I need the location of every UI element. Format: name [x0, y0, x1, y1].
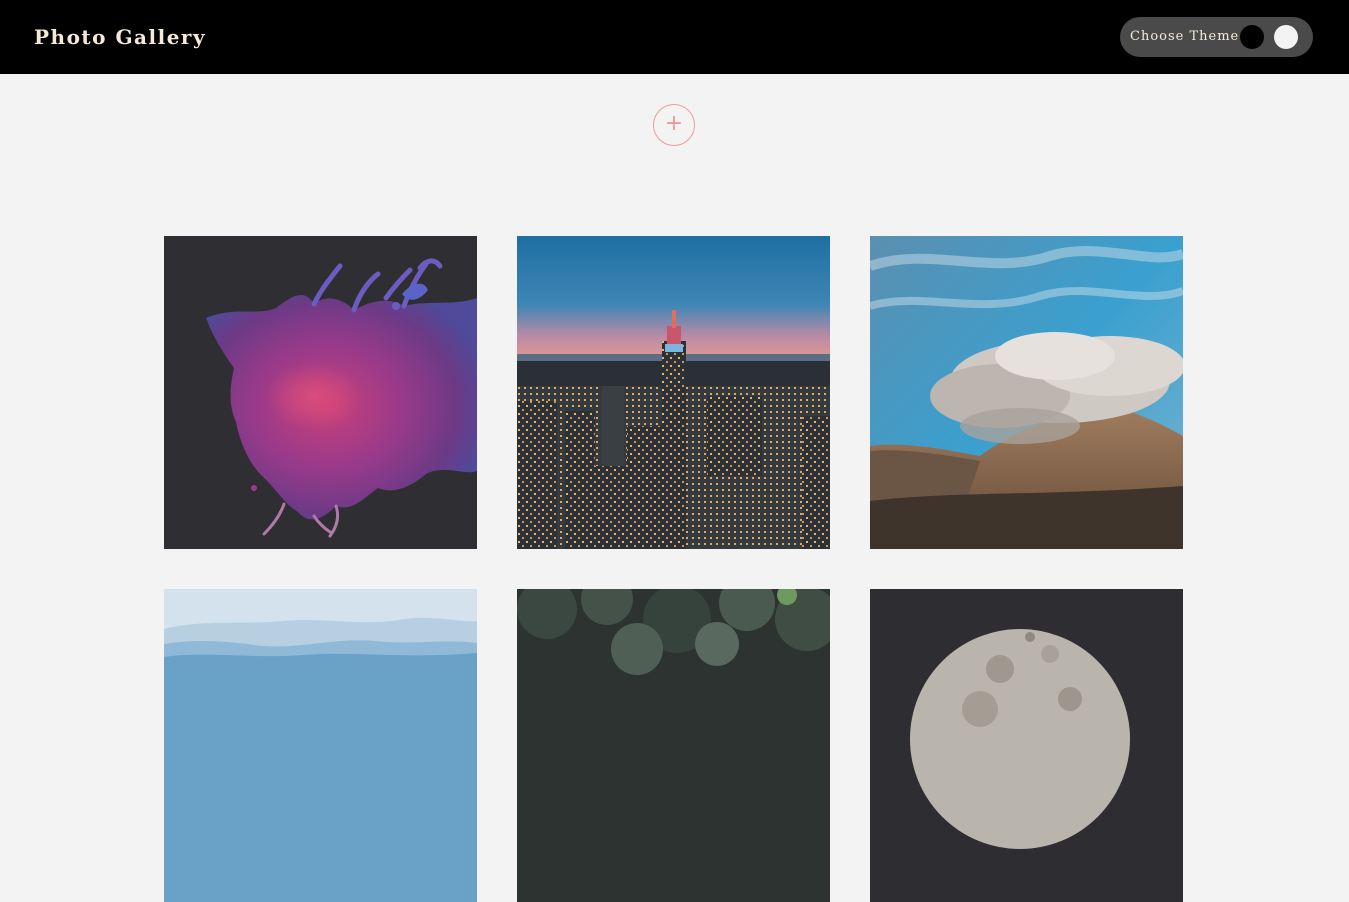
photo-tile[interactable]: [870, 589, 1183, 902]
app-title: Photo Gallery: [34, 25, 207, 49]
forest-image: [517, 589, 830, 902]
moon-image: [870, 589, 1183, 902]
light-theme-swatch[interactable]: [1274, 25, 1298, 49]
photo-tile[interactable]: [164, 236, 477, 549]
theme-picker-label: Choose Theme: [1130, 29, 1240, 44]
paint-splash-image: [164, 236, 477, 549]
mountain-cloud-image: [870, 236, 1183, 549]
photo-tile[interactable]: [164, 589, 477, 902]
dark-theme-swatch[interactable]: [1240, 25, 1264, 49]
photo-tile[interactable]: [517, 236, 830, 549]
city-skyline-image: [517, 236, 830, 549]
top-bar: Photo Gallery Choose Theme: [0, 0, 1349, 74]
photo-tile[interactable]: [870, 236, 1183, 549]
photo-tile[interactable]: [517, 589, 830, 902]
add-photo-button[interactable]: +: [653, 104, 695, 146]
theme-picker: Choose Theme: [1120, 17, 1313, 57]
plus-icon: +: [664, 111, 684, 136]
misty-mountains-image: [164, 589, 477, 902]
